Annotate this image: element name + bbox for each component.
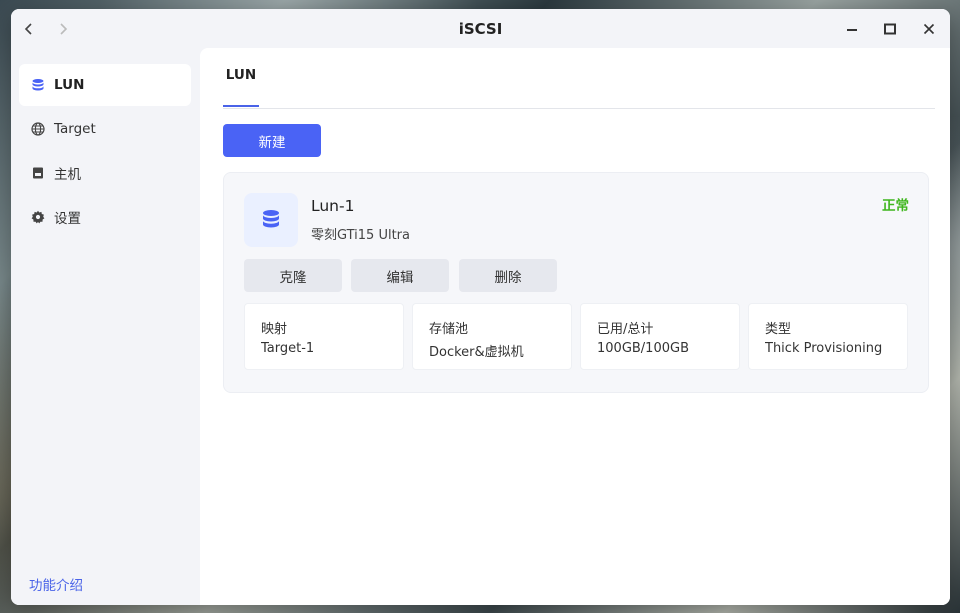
edit-button[interactable]: 编辑	[351, 259, 449, 292]
sidebar: LUN Target 主机 设置 功能介绍	[11, 48, 200, 605]
lun-card: Lun-1 零刻GTi15 Ultra 正常 克隆 编辑 删除 映射 Targe…	[223, 172, 929, 393]
window-title: iSCSI	[458, 20, 503, 38]
database-icon	[30, 77, 46, 93]
delete-button[interactable]: 删除	[459, 259, 557, 292]
back-button[interactable]	[19, 19, 39, 39]
sidebar-item-target[interactable]: Target	[19, 108, 191, 150]
minimize-icon	[847, 29, 857, 31]
info-storage-pool: 存储池 Docker&虚拟机	[412, 303, 572, 370]
lun-device: 零刻GTi15 Ultra	[311, 228, 410, 243]
info-value: Docker&虚拟机	[429, 345, 524, 360]
maximize-button[interactable]	[879, 18, 901, 40]
close-button[interactable]	[918, 18, 940, 40]
server-icon	[30, 165, 46, 181]
globe-icon	[30, 121, 46, 137]
info-label: 存储池	[429, 322, 469, 337]
close-icon	[923, 23, 935, 35]
lun-name: Lun-1	[311, 197, 355, 215]
sidebar-item-host[interactable]: 主机	[19, 152, 191, 194]
sidebar-item-label: Target	[54, 121, 96, 137]
sidebar-item-label: LUN	[54, 77, 85, 93]
sidebar-item-settings[interactable]: 设置	[19, 196, 191, 238]
tab-lun[interactable]: LUN	[223, 66, 259, 107]
lun-icon-box	[244, 193, 298, 247]
chevron-left-icon	[24, 23, 32, 35]
chevron-right-icon	[60, 23, 68, 35]
info-value: Target-1	[261, 341, 315, 356]
new-lun-button[interactable]: 新建	[223, 124, 321, 157]
maximize-icon	[884, 23, 896, 35]
info-label: 已用/总计	[597, 322, 654, 337]
info-mapping: 映射 Target-1	[244, 303, 404, 370]
feature-intro-link[interactable]: 功能介绍	[29, 574, 83, 594]
gear-icon	[30, 209, 46, 225]
info-value: 100GB/100GB	[597, 341, 689, 356]
sidebar-item-label: 设置	[54, 211, 81, 227]
info-label: 类型	[765, 322, 792, 337]
minimize-button[interactable]	[841, 18, 863, 40]
sidebar-item-lun[interactable]: LUN	[19, 64, 191, 106]
iscsi-window: iSCSI LUN Target 主机 设置 功能介绍 LUN 新建 Lun-1…	[11, 9, 950, 605]
tab-bar: LUN	[223, 48, 935, 109]
info-label: 映射	[261, 322, 288, 337]
sidebar-item-label: 主机	[54, 167, 81, 183]
title-bar: iSCSI	[11, 9, 950, 48]
forward-button[interactable]	[53, 19, 73, 39]
database-icon	[263, 210, 279, 228]
clone-button[interactable]: 克隆	[244, 259, 342, 292]
main-panel: LUN 新建 Lun-1 零刻GTi15 Ultra 正常 克隆 编辑 删除 映…	[200, 48, 950, 605]
info-usage: 已用/总计 100GB/100GB	[580, 303, 740, 370]
status-badge: 正常	[882, 198, 909, 214]
info-type: 类型 Thick Provisioning	[748, 303, 908, 370]
info-value: Thick Provisioning	[765, 341, 883, 356]
